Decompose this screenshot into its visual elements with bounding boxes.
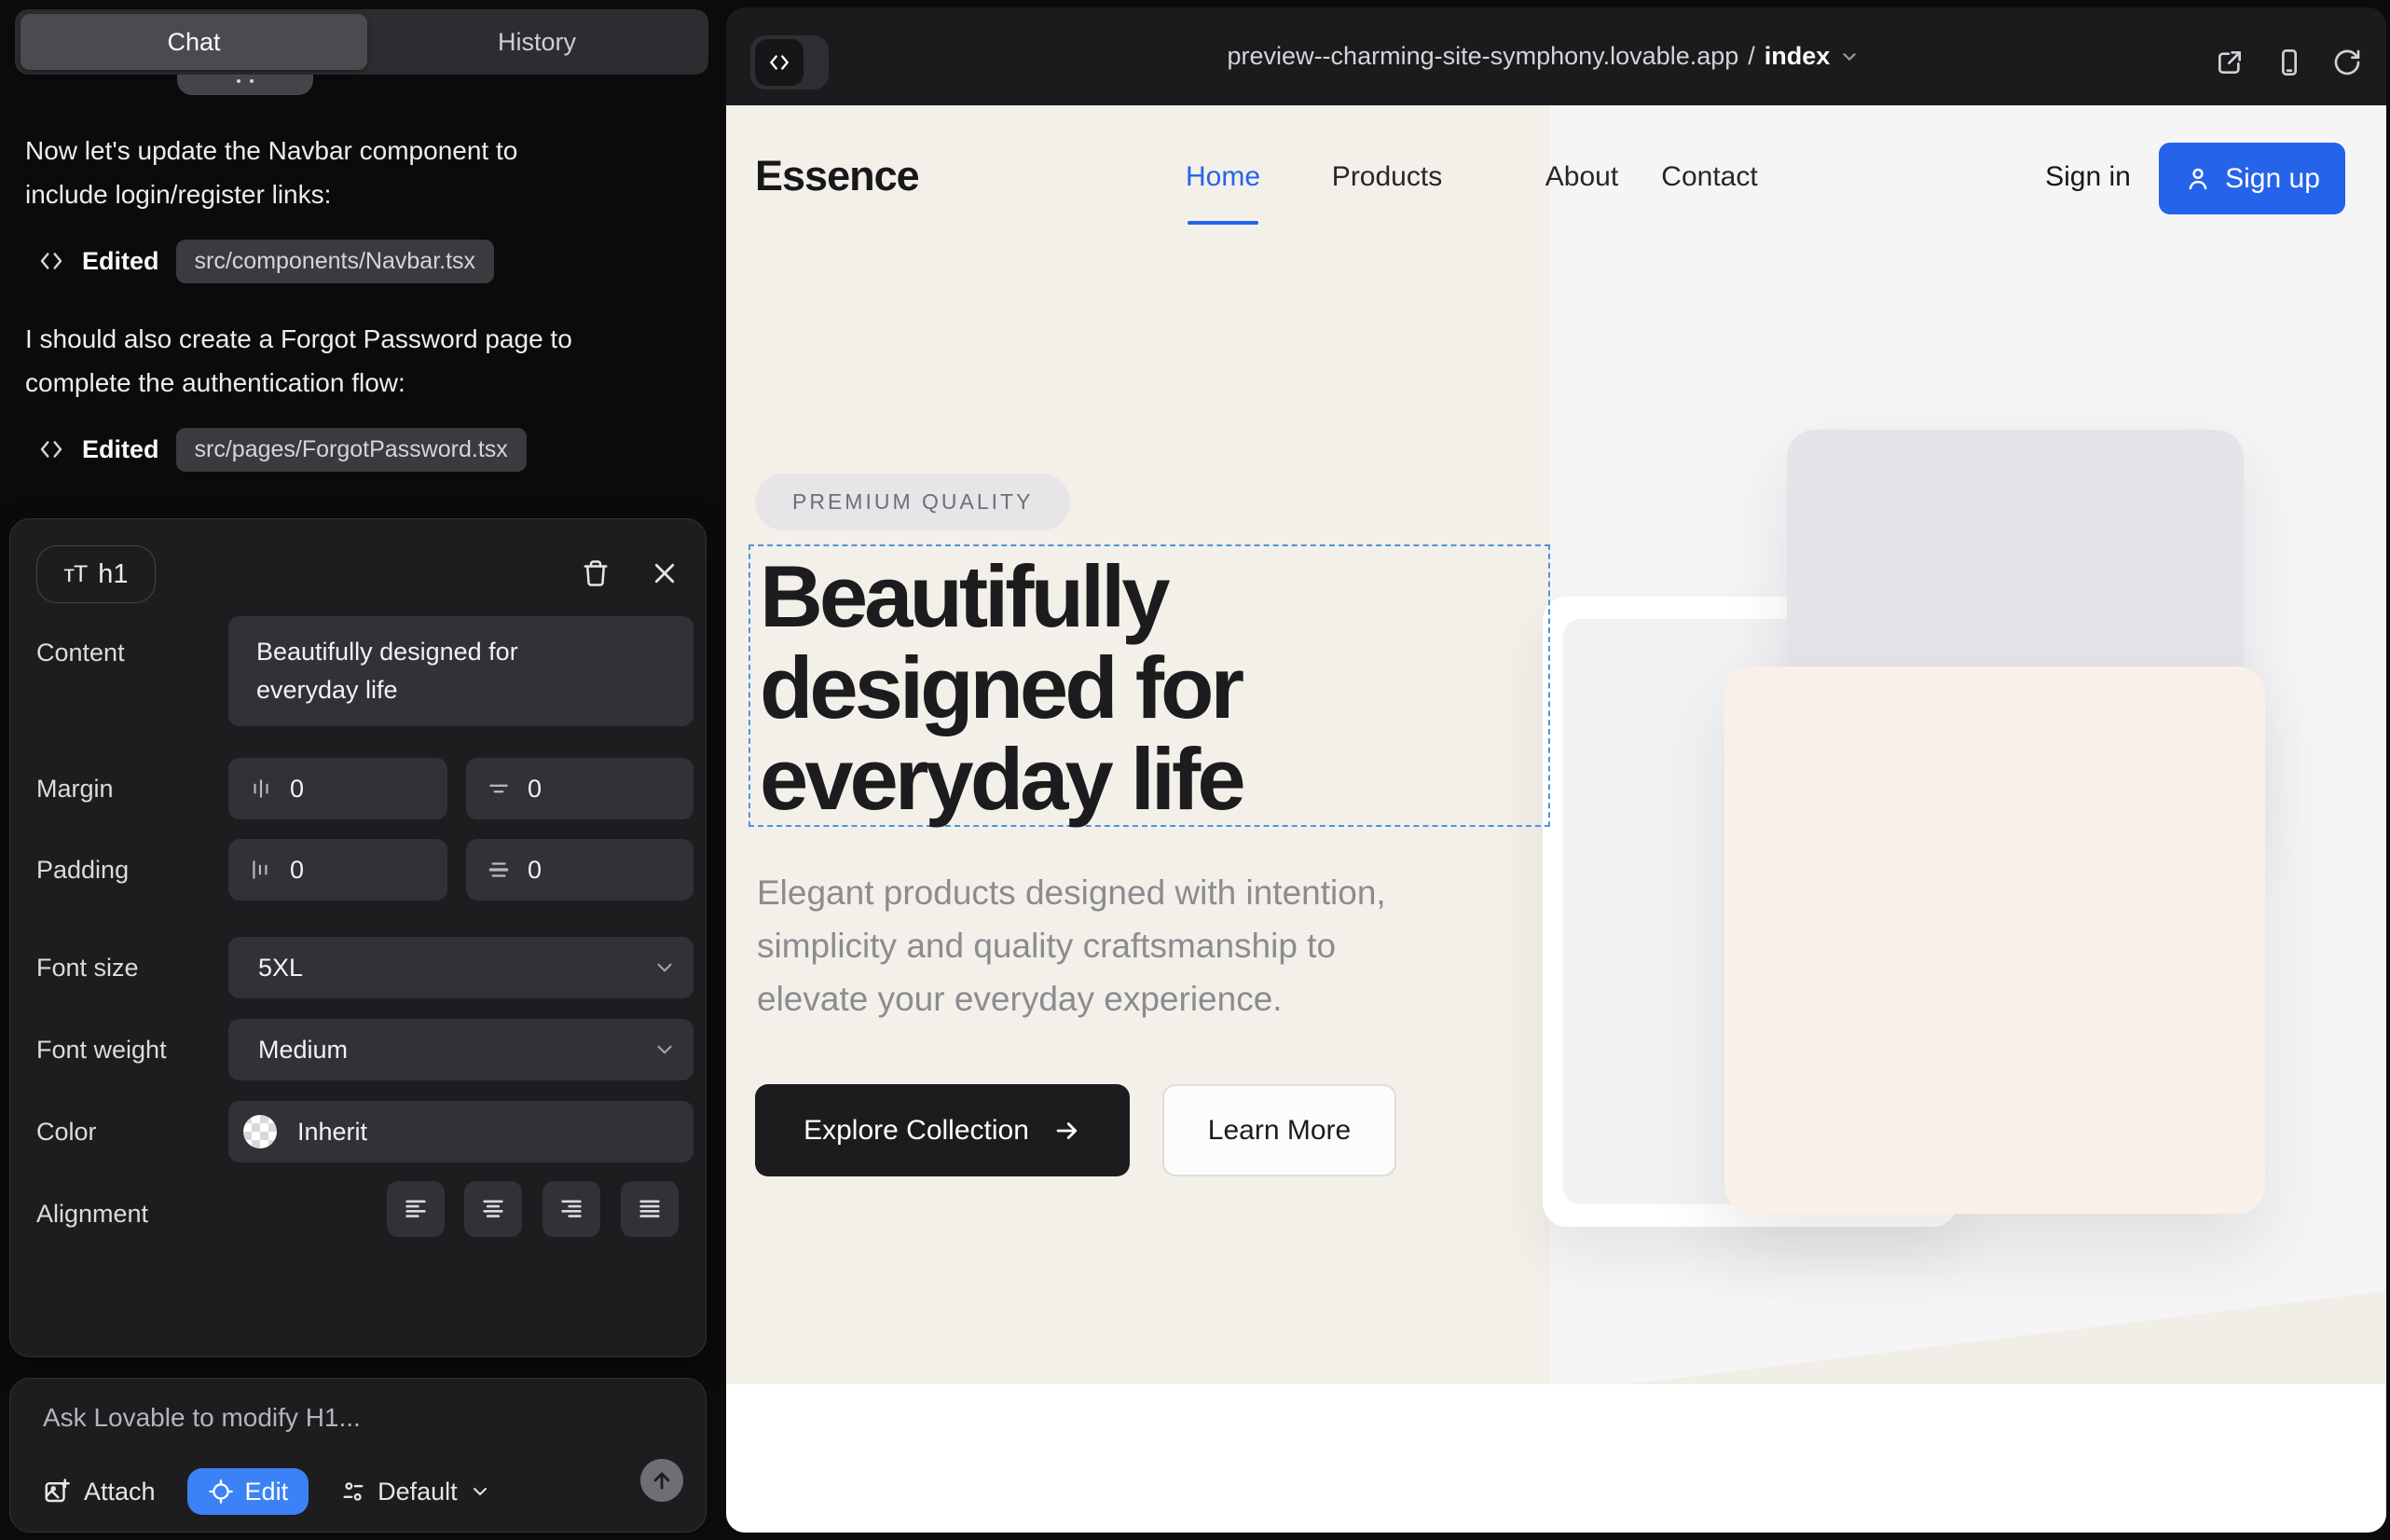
nav-link-about[interactable]: About [1545, 161, 1618, 193]
edited-label: Edited [82, 435, 159, 464]
font-size-select[interactable]: 5XL [228, 937, 694, 998]
font-weight-select[interactable]: Medium [228, 1019, 694, 1080]
hero-paragraph: Elegant products designed with intention… [757, 866, 1386, 1025]
element-editor-panel: тT h1 Content Beautifully designed for e… [9, 518, 707, 1357]
margin-y-input[interactable]: 0 [466, 758, 694, 819]
chat-sidebar: Chat History Now let's update the Navbar… [0, 0, 724, 1540]
margin-horizontal-icon [249, 777, 273, 801]
align-justify-button[interactable] [621, 1181, 679, 1237]
padding-label: Padding [36, 856, 129, 885]
smartphone-icon [2274, 48, 2304, 77]
url-separator: / [1748, 42, 1755, 71]
tab-history[interactable]: History [369, 9, 705, 75]
chevron-down-icon [1839, 47, 1860, 67]
content-label: Content [36, 639, 125, 667]
chat-input-placeholder[interactable]: Ask Lovable to modify H1... [43, 1403, 361, 1433]
nav-link-contact[interactable]: Contact [1661, 161, 1757, 193]
edit-mode-button[interactable]: Edit [187, 1468, 309, 1515]
alignment-label: Alignment [36, 1200, 148, 1229]
selected-element-tag[interactable]: тT h1 [36, 545, 156, 603]
attach-button[interactable]: Attach [43, 1478, 156, 1506]
user-icon [2184, 165, 2212, 193]
nav-home-underline [1188, 221, 1258, 225]
color-picker-field[interactable]: Inherit [228, 1101, 694, 1162]
url-domain: preview--charming-site-symphony.lovable.… [1228, 42, 1739, 71]
edited-label: Edited [82, 247, 159, 276]
send-button[interactable] [640, 1459, 683, 1502]
padding-horizontal-icon [249, 858, 273, 882]
close-panel-button[interactable] [644, 553, 685, 594]
preview-browser-frame: preview--charming-site-symphony.lovable.… [726, 7, 2386, 1533]
code-icon [755, 39, 804, 86]
scrolled-chip-peek [177, 75, 313, 95]
target-icon [208, 1478, 234, 1505]
url-bar[interactable]: preview--charming-site-symphony.lovable.… [1228, 7, 1861, 105]
typography-icon: тT [64, 561, 88, 588]
align-left-icon [403, 1196, 429, 1222]
align-center-button[interactable] [464, 1181, 522, 1237]
chat-history-tabbar: Chat History [15, 9, 708, 75]
chevron-down-icon [652, 956, 677, 980]
sign-up-button[interactable]: Sign up [2159, 143, 2345, 214]
arrow-up-icon [649, 1467, 675, 1493]
color-swatch [243, 1115, 277, 1148]
edited-file-row[interactable]: Edited src/components/Navbar.tsx [37, 239, 494, 283]
code-icon [37, 435, 65, 463]
chat-message: Now let's update the Navbar component to… [25, 129, 687, 216]
align-left-button[interactable] [387, 1181, 445, 1237]
content-textarea[interactable]: Beautifully designed for everyday life [228, 616, 694, 726]
trash-icon [582, 559, 610, 587]
nav-link-home[interactable]: Home [1186, 161, 1260, 193]
margin-vertical-icon [487, 777, 511, 801]
element-tag-label: h1 [98, 559, 128, 590]
color-label: Color [36, 1118, 97, 1147]
sliders-icon [340, 1478, 366, 1505]
font-size-label: Font size [36, 954, 139, 983]
padding-vertical-icon [487, 858, 511, 882]
padding-x-input[interactable]: 0 [228, 839, 447, 901]
code-preview-toggle[interactable] [750, 35, 829, 89]
url-path: index [1765, 42, 1831, 71]
align-right-icon [558, 1196, 584, 1222]
hero-card-cream [1724, 667, 2265, 1214]
margin-x-input[interactable]: 0 [228, 758, 447, 819]
padding-y-input[interactable]: 0 [466, 839, 694, 901]
open-external-button[interactable] [2210, 43, 2249, 82]
chevron-down-icon [469, 1480, 491, 1503]
external-link-icon [2215, 48, 2245, 77]
arrow-right-icon [1053, 1117, 1081, 1145]
chat-input-box[interactable]: Ask Lovable to modify H1... Attach Edit [9, 1378, 707, 1533]
margin-label: Margin [36, 775, 114, 804]
chevron-down-icon [652, 1038, 677, 1062]
image-plus-icon [43, 1478, 71, 1506]
site-logo[interactable]: Essence [755, 152, 919, 200]
align-justify-icon [637, 1196, 663, 1222]
file-chip[interactable]: src/pages/ForgotPassword.tsx [176, 428, 527, 472]
code-icon [37, 247, 65, 275]
file-chip[interactable]: src/components/Navbar.tsx [176, 240, 495, 283]
explore-collection-button[interactable]: Explore Collection [755, 1084, 1130, 1176]
premium-quality-badge: PREMIUM QUALITY [755, 474, 1070, 530]
sign-in-link[interactable]: Sign in [2045, 161, 2131, 193]
delete-element-button[interactable] [575, 553, 616, 594]
align-right-button[interactable] [543, 1181, 600, 1237]
close-icon [651, 559, 679, 587]
refresh-button[interactable] [2328, 43, 2367, 82]
learn-more-button[interactable]: Learn More [1162, 1084, 1396, 1176]
mobile-view-button[interactable] [2270, 43, 2309, 82]
refresh-icon [2332, 48, 2362, 77]
tab-chat[interactable]: Chat [21, 14, 367, 70]
font-weight-label: Font weight [36, 1036, 167, 1065]
hero-heading[interactable]: Beautifully designed for everyday life [760, 551, 1243, 825]
app-window: Chat History Now let's update the Navbar… [0, 0, 2390, 1540]
chat-message: I should also create a Forgot Password p… [25, 317, 687, 405]
nav-link-products[interactable]: Products [1332, 161, 1442, 193]
site-viewport: Essence Home Products About Contact Sign… [726, 105, 2386, 1533]
align-center-icon [480, 1196, 506, 1222]
model-default-dropdown[interactable]: Default [340, 1478, 491, 1506]
edited-file-row[interactable]: Edited src/pages/ForgotPassword.tsx [37, 427, 527, 472]
